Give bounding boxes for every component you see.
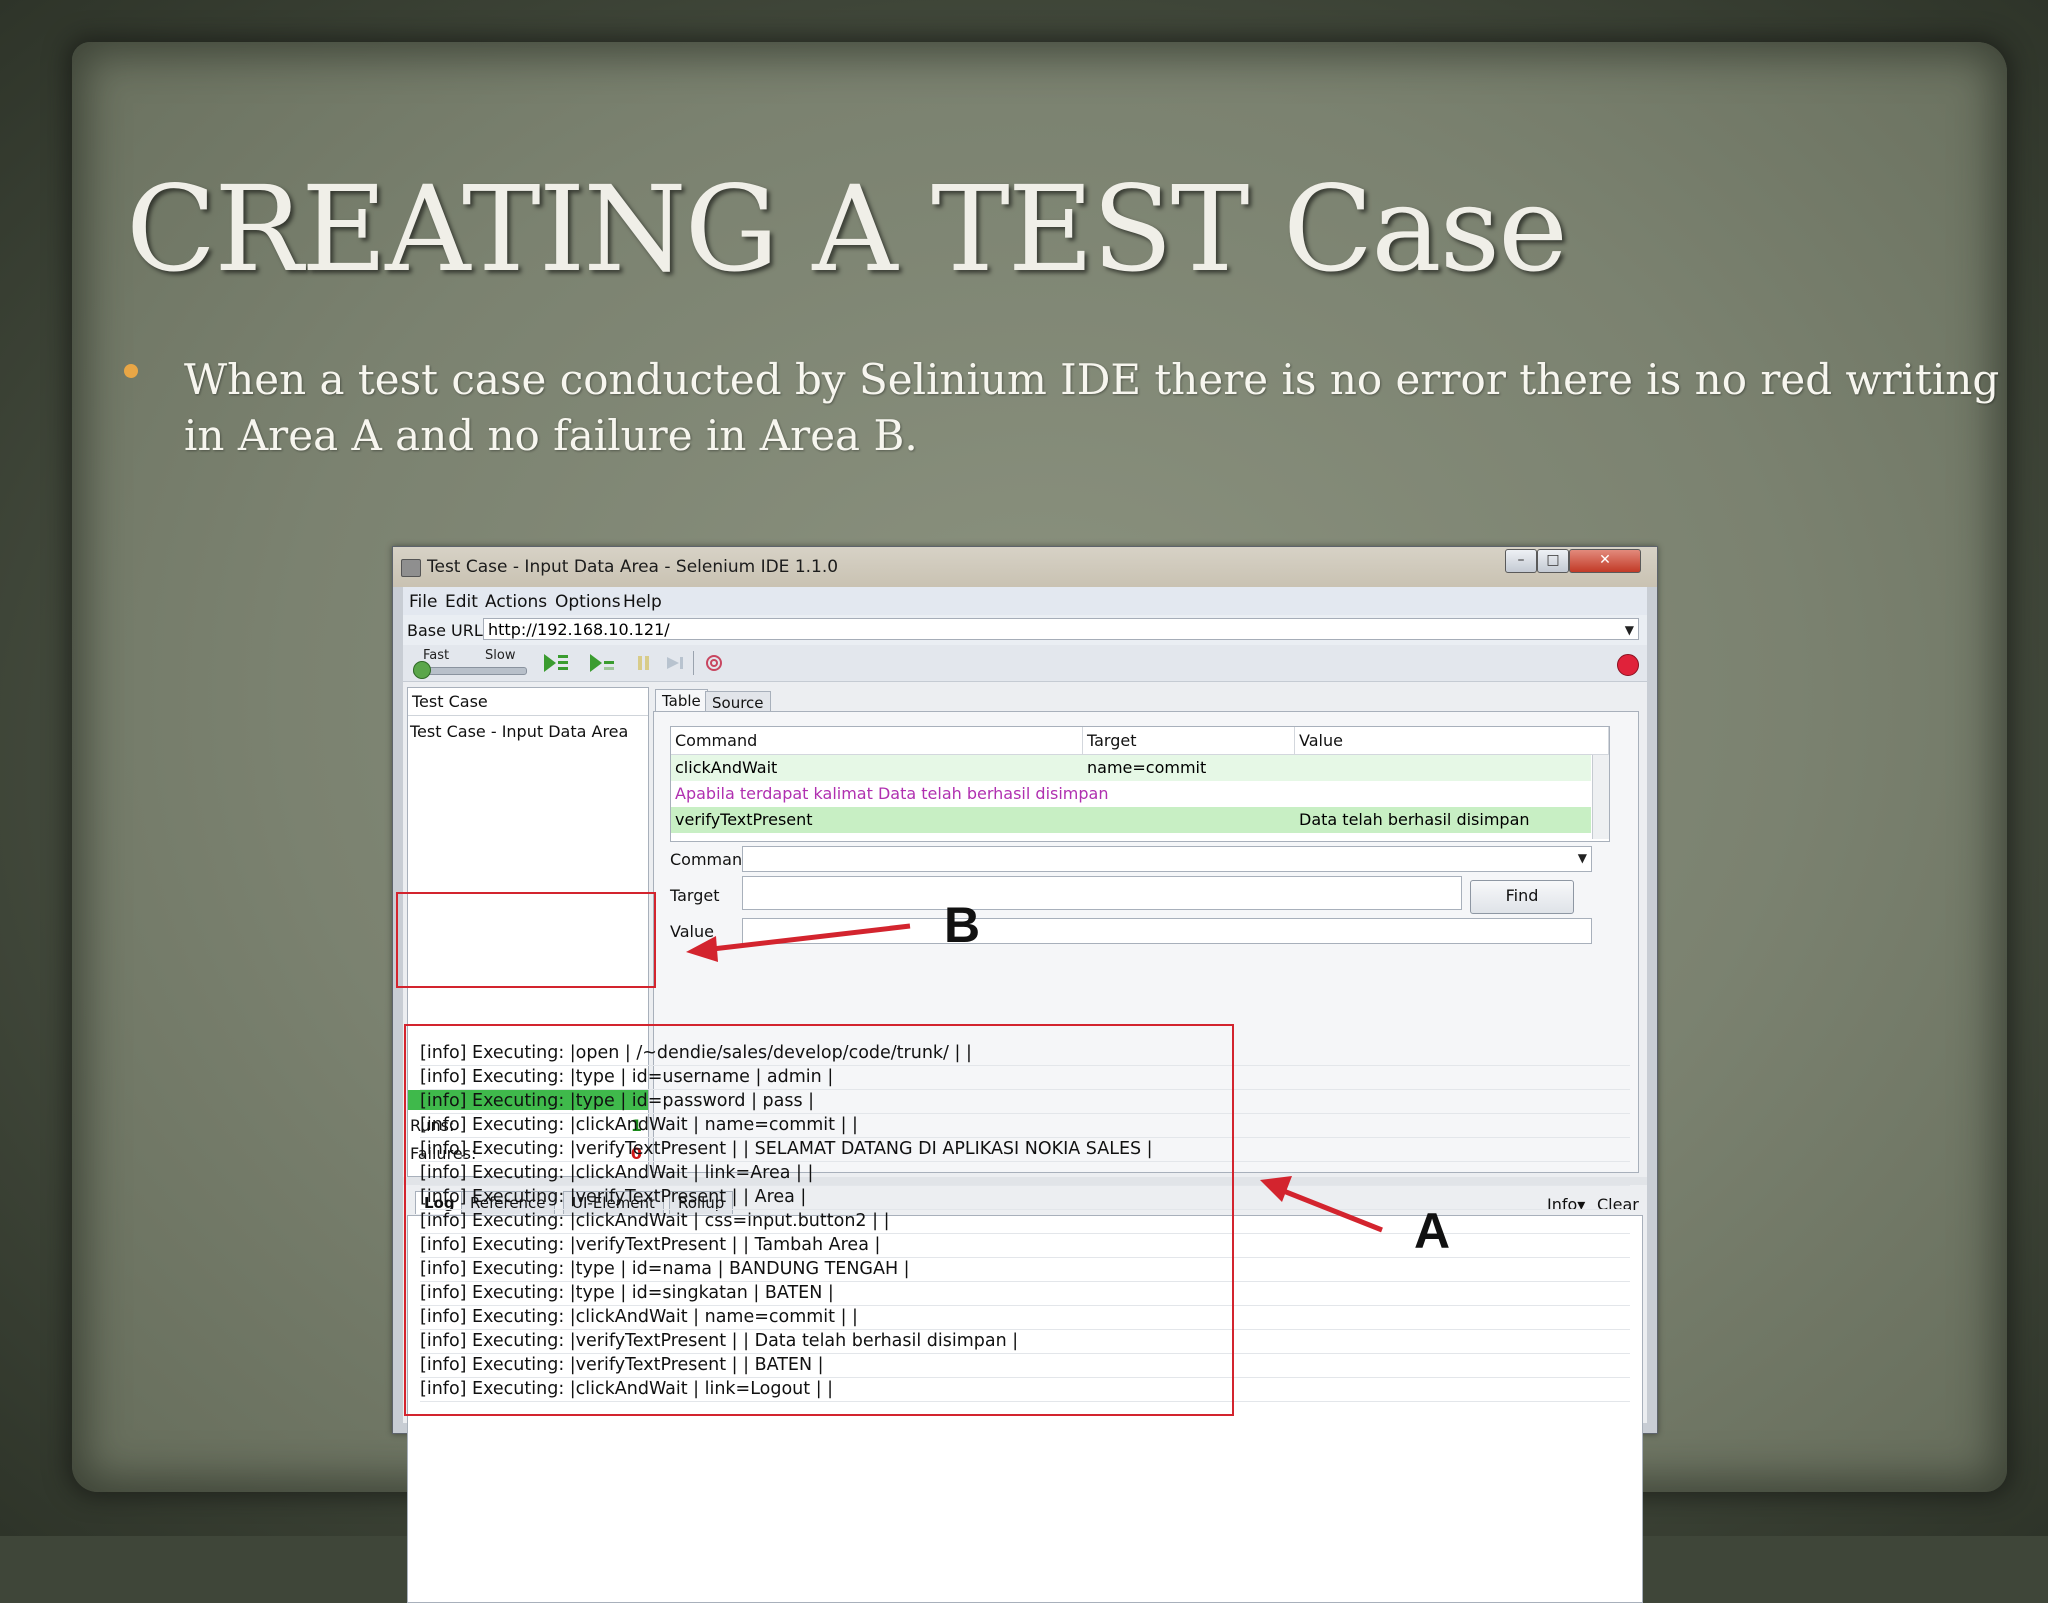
annotation-label-a: A [1414,1203,1451,1259]
annotation-label-b: B [944,897,981,953]
arrow-a-icon [1260,1176,1383,1233]
arrow-b-icon [686,923,911,962]
annotation-arrows [686,923,1383,1233]
